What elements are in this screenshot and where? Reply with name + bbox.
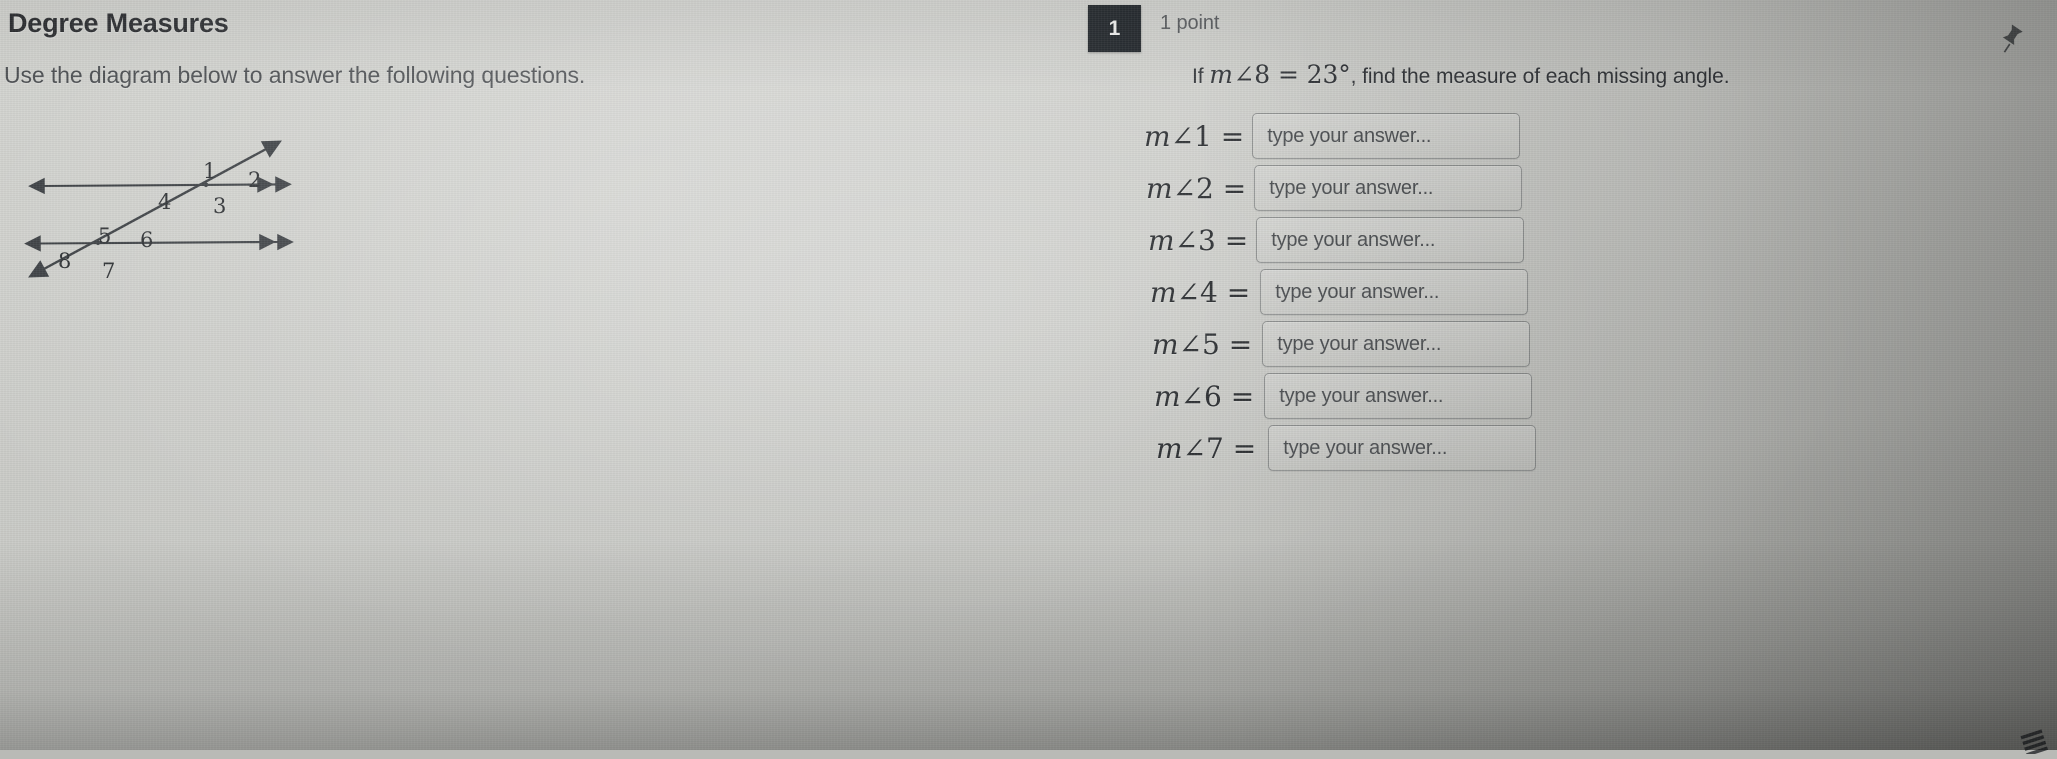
answer-row-5: m∠5 =	[1152, 321, 1530, 367]
parallel-lines-transversal-diagram: 1 2 3 4 5 6 7 8	[10, 125, 340, 315]
answer-row-2: m∠2 =	[1146, 165, 1522, 211]
angle-label-3: 3	[213, 194, 226, 218]
answer-row-label-3: m∠3 =	[1148, 224, 1248, 257]
pushpin-icon[interactable]	[1994, 20, 2030, 56]
answer-row-label-1: m∠1 =	[1144, 120, 1244, 153]
answer-input-3[interactable]	[1256, 217, 1524, 263]
question-right-pane: 1 1 point If m∠8 = 23°, find the measure…	[1080, 0, 2057, 750]
angle-label-4: 4	[158, 190, 171, 214]
answer-input-6[interactable]	[1264, 373, 1532, 419]
diagram-svg: 1 2 3 4 5 6 7 8	[10, 125, 340, 315]
lower-parallel-line	[38, 242, 280, 244]
answer-row-4: m∠4 =	[1150, 269, 1528, 315]
answer-row-1: m∠1 =	[1144, 113, 1520, 159]
answer-row-label-7: m∠7 =	[1156, 432, 1256, 465]
angle-label-8: 8	[58, 249, 71, 273]
partial-glyph-icon	[2015, 720, 2055, 754]
question-left-pane: Degree Measures Use the diagram below to…	[0, 0, 1080, 750]
upper-intersection-point	[204, 183, 209, 188]
answer-input-1[interactable]	[1252, 113, 1520, 159]
answer-input-5[interactable]	[1262, 321, 1530, 367]
answer-rows-list: m∠1 = m∠2 = m∠3 = m∠4 = m∠5 = m∠6 = m∠7 …	[1080, 0, 2057, 750]
angle-label-2: 2	[248, 168, 261, 192]
answer-row-label-5: m∠5 =	[1152, 328, 1252, 361]
answer-input-4[interactable]	[1260, 269, 1528, 315]
answer-row-6: m∠6 =	[1154, 373, 1532, 419]
answer-row-label-6: m∠6 =	[1154, 380, 1254, 413]
answer-input-2[interactable]	[1254, 165, 1522, 211]
angle-label-7: 7	[102, 259, 115, 283]
answer-input-7[interactable]	[1268, 425, 1536, 471]
answer-row-3: m∠3 =	[1148, 217, 1524, 263]
answer-row-label-4: m∠4 =	[1150, 276, 1250, 309]
upper-parallel-line	[42, 184, 278, 186]
angle-label-5: 5	[98, 224, 111, 248]
page-title: Degree Measures	[8, 8, 229, 39]
transversal-line	[42, 148, 268, 270]
angle-label-1: 1	[203, 159, 216, 183]
angle-label-6: 6	[140, 228, 153, 252]
instruction-text: Use the diagram below to answer the foll…	[4, 62, 585, 89]
answer-row-label-2: m∠2 =	[1146, 172, 1246, 205]
answer-row-7: m∠7 =	[1156, 425, 1536, 471]
